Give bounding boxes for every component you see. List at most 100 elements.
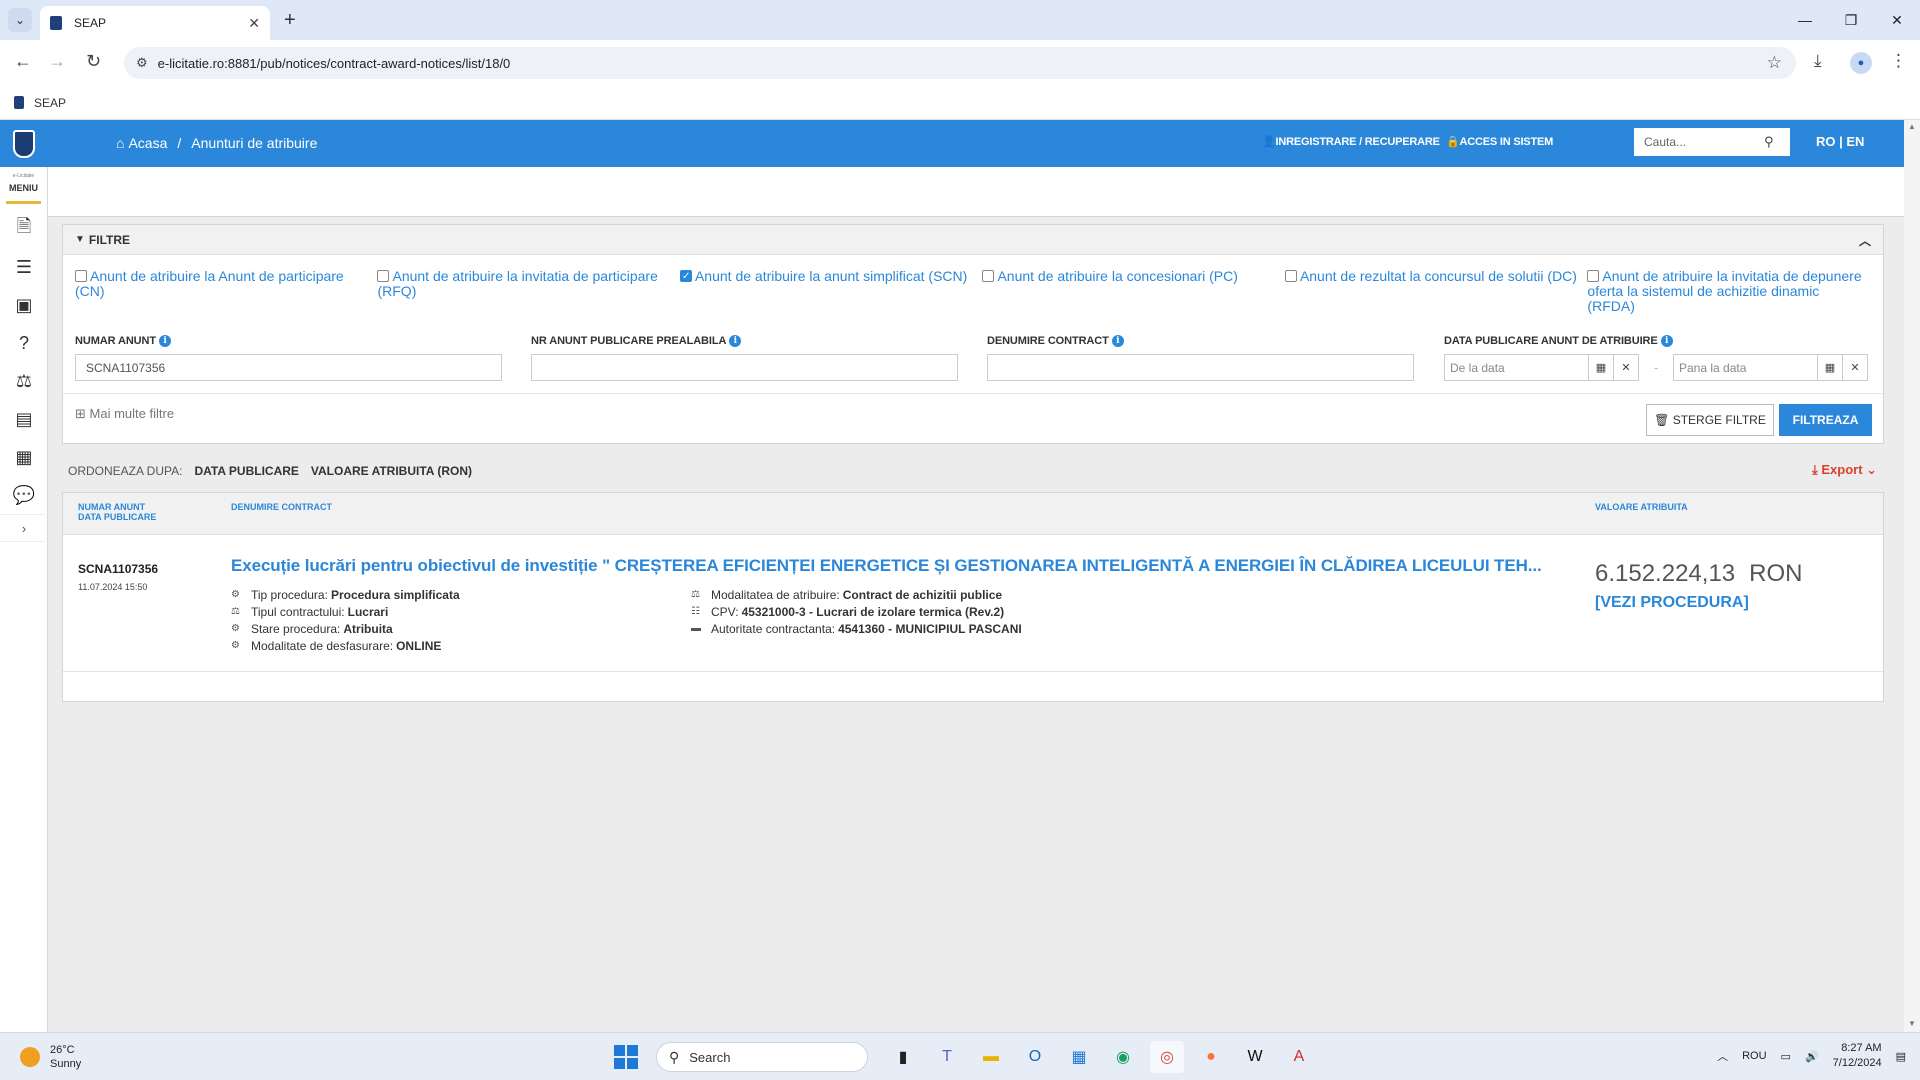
nr-prealabila-input[interactable] xyxy=(531,354,958,381)
sidebar-item-reports[interactable]: ▦ xyxy=(0,438,48,476)
sidebar-item-notices[interactable]: 🗎 xyxy=(0,210,48,248)
sidebar-item-list[interactable]: ☰ xyxy=(0,248,48,286)
bookmark-star-icon[interactable]: ☆ xyxy=(1767,53,1782,73)
scroll-down-icon[interactable]: ▼ xyxy=(1908,1019,1916,1028)
firefox-icon[interactable]: ● xyxy=(1194,1041,1228,1073)
date-to-input[interactable]: Pana la data xyxy=(1673,354,1818,381)
sidebar-item-catalog[interactable]: ▣ xyxy=(0,286,48,324)
checkbox-cn[interactable]: Anunt de atribuire la Anunt de participa… xyxy=(75,269,377,314)
site-settings-icon[interactable]: ⚙ xyxy=(136,55,148,71)
view-procedure-link[interactable]: [VEZI PROCEDURA] xyxy=(1595,594,1749,612)
login-link[interactable]: 🔒ACCES IN SISTEM xyxy=(1446,135,1553,148)
date-from-input[interactable]: De la data xyxy=(1444,354,1589,381)
lang-separator: | xyxy=(1839,134,1843,149)
checkbox-box[interactable] xyxy=(75,270,87,282)
col-header-name[interactable]: DENUMIRE CONTRACT xyxy=(231,502,332,512)
denumire-contract-input[interactable] xyxy=(987,354,1414,381)
webstorm-icon[interactable]: W xyxy=(1238,1041,1272,1073)
teams-icon[interactable]: T xyxy=(930,1041,964,1073)
checkbox-box[interactable] xyxy=(1284,270,1297,282)
bookmark-seap[interactable]: SEAP xyxy=(34,96,66,110)
store-icon[interactable]: ▦ xyxy=(1062,1041,1096,1073)
checkbox-box[interactable] xyxy=(377,270,390,282)
checkbox-rfq[interactable]: Anunt de atribuire la invitatia de parti… xyxy=(377,269,679,314)
sidebar-item-messages[interactable]: 💬 xyxy=(0,476,48,514)
checkbox-pc[interactable]: Anunt de atribuire la concesionari (PC) xyxy=(982,269,1284,314)
acrobat-icon[interactable]: A xyxy=(1282,1041,1316,1073)
notification-icon[interactable]: ▤ xyxy=(1896,1050,1906,1063)
chevron-up-icon[interactable]: ︿ xyxy=(1717,1048,1728,1064)
input-language[interactable]: ROU xyxy=(1742,1050,1766,1062)
profile-avatar-icon[interactable]: ● xyxy=(1850,52,1872,74)
clear-filters-button[interactable]: 🗑 STERGE FILTRE xyxy=(1646,404,1774,436)
checkbox-dc[interactable]: Anunt de rezultat la concursul de soluti… xyxy=(1284,269,1587,314)
new-tab-icon[interactable]: + xyxy=(284,9,296,32)
sidebar-expand-button[interactable]: › xyxy=(0,514,48,542)
bank-icon: ▬ xyxy=(691,623,701,634)
contract-title-link[interactable]: Execuție lucrări pentru obiectivul de in… xyxy=(231,556,1641,576)
page-content: e-Licitatie MENIU 🗎 ☰ ▣ ? ⚖ ▤ ▦ 💬 › ⌂ Ac… xyxy=(0,120,1920,1032)
chevron-up-icon[interactable]: ︿ xyxy=(1859,232,1871,249)
search-icon[interactable]: ⚲ xyxy=(1764,134,1774,150)
filters-header[interactable]: ▼ FILTRE ︿ xyxy=(63,225,1883,255)
weather-widget[interactable]: 26°C Sunny xyxy=(20,1043,81,1071)
register-link[interactable]: 👤INREGISTRARE / RECUPERARE xyxy=(1262,135,1440,148)
file-explorer-icon[interactable]: ▬ xyxy=(974,1041,1008,1073)
download-icon[interactable]: ⤓ xyxy=(1814,51,1822,71)
checkbox-box[interactable] xyxy=(982,270,995,282)
network-icon[interactable]: ▭ xyxy=(1781,1050,1791,1063)
info-icon[interactable]: i xyxy=(1111,335,1124,347)
outlook-icon[interactable]: O xyxy=(1018,1041,1052,1073)
volume-icon[interactable]: 🔊 xyxy=(1805,1050,1819,1063)
order-by-date[interactable]: DATA PUBLICARE xyxy=(194,464,298,478)
address-bar[interactable]: ⚙ e-licitatie.ro:8881/pub/notices/contra… xyxy=(124,47,1796,79)
sidebar-item-contacts[interactable]: ▤ xyxy=(0,400,48,438)
col-header-number[interactable]: NUMAR ANUNT DATA PUBLICARE xyxy=(78,502,156,522)
reload-icon[interactable]: ↻ xyxy=(86,51,101,72)
chrome-icon[interactable]: ◎ xyxy=(1150,1041,1184,1073)
checkbox-rfda[interactable]: Anunt de atribuire la invitatia de depun… xyxy=(1587,269,1875,314)
task-view-icon[interactable]: ▮ xyxy=(886,1041,920,1073)
table-row: SCNA1107356 11.07.2024 15:50 Execuție lu… xyxy=(63,536,1883,672)
checkbox-box-checked[interactable] xyxy=(679,269,692,284)
clear-date-to-icon[interactable]: ✕ xyxy=(1843,354,1868,381)
site-search-input[interactable] xyxy=(1644,135,1764,149)
clear-date-from-icon[interactable]: ✕ xyxy=(1614,354,1639,381)
calendar-icon[interactable]: ▦ xyxy=(1818,354,1843,381)
chat-icon: 💬 xyxy=(12,484,36,505)
checkbox-box[interactable] xyxy=(1587,270,1600,282)
restore-icon[interactable]: ❐ xyxy=(1828,0,1874,40)
windows-start-icon[interactable] xyxy=(614,1045,638,1069)
seap-logo[interactable] xyxy=(0,120,48,167)
sidebar-item-help[interactable]: ? xyxy=(0,324,48,362)
more-filters-link[interactable]: ⊞ Mai multe filtre xyxy=(75,406,174,422)
clock[interactable]: 8:27 AM 7/12/2024 xyxy=(1833,1041,1882,1071)
sidebar-item-legal[interactable]: ⚖ xyxy=(0,362,48,400)
close-tab-icon[interactable]: ✕ xyxy=(248,15,260,32)
tab-search-button[interactable]: ⌄ xyxy=(8,8,32,32)
lang-ro-link[interactable]: RO xyxy=(1816,134,1836,149)
calendar-icon[interactable]: ▦ xyxy=(1589,354,1614,381)
forward-icon[interactable]: → xyxy=(48,51,66,72)
back-icon[interactable]: ← xyxy=(14,51,32,72)
col-header-value[interactable]: VALOARE ATRIBUITA xyxy=(1595,502,1688,512)
info-icon[interactable]: i xyxy=(729,335,742,347)
numar-anunt-input[interactable]: SCNA1107356 xyxy=(75,354,502,381)
info-icon[interactable]: i xyxy=(1660,335,1673,347)
minimize-icon[interactable]: — xyxy=(1782,0,1828,40)
apply-filters-button[interactable]: FILTREAZA xyxy=(1779,404,1872,436)
breadcrumb-home-link[interactable]: Acasa xyxy=(128,135,167,151)
edge-icon[interactable]: ◉ xyxy=(1106,1041,1140,1073)
info-icon[interactable]: i xyxy=(158,335,171,347)
taskbar-search[interactable]: ⚲ Search xyxy=(656,1042,868,1072)
lang-en-link[interactable]: EN xyxy=(1846,134,1864,149)
sidebar-menu-label[interactable]: MENIU xyxy=(6,183,41,204)
browser-tab[interactable]: SEAP ✕ xyxy=(40,6,270,40)
scroll-up-icon[interactable]: ▲ xyxy=(1908,122,1916,131)
browser-menu-icon[interactable]: ⋮ xyxy=(1890,51,1907,71)
close-window-icon[interactable]: ✕ xyxy=(1874,0,1920,40)
checkbox-scn[interactable]: Anunt de atribuire la anunt simplificat … xyxy=(679,269,982,314)
export-button[interactable]: ⤓ Export ⌄ xyxy=(1812,462,1877,478)
order-by-value[interactable]: VALOARE ATRIBUITA (RON) xyxy=(311,464,472,478)
page-scrollbar[interactable]: ▲ ▼ xyxy=(1904,120,1920,1032)
